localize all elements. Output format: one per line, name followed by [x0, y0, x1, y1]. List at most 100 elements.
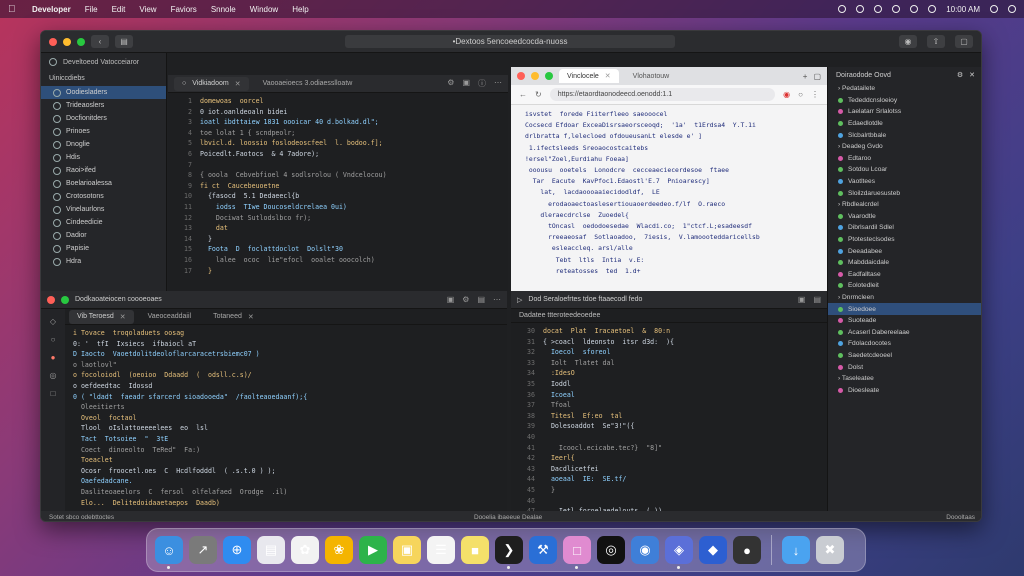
settings-icon[interactable]: ⚙	[447, 78, 454, 89]
split-icon[interactable]: ▣	[798, 295, 806, 304]
debug-icon[interactable]: ●	[51, 353, 56, 362]
settings-icon[interactable]: ⚙	[462, 295, 469, 304]
browser-tab[interactable]: Vlohaotouw	[625, 69, 678, 83]
more-icon[interactable]: ⋯	[493, 295, 501, 304]
back-button[interactable]: ‹	[91, 35, 109, 48]
siri-icon[interactable]	[1008, 5, 1016, 13]
layout-icon[interactable]: ▤	[813, 295, 821, 304]
close-tab-icon[interactable]: ✕	[120, 313, 126, 321]
menu-icon[interactable]: ⋮	[811, 90, 819, 99]
photos-browser-icon[interactable]: ▤	[257, 536, 285, 564]
menu-help[interactable]: Help	[292, 5, 308, 14]
menu-window[interactable]: Window	[250, 5, 278, 14]
camera-icon[interactable]: ●	[733, 536, 761, 564]
inspector-item[interactable]: Eolotedleit	[828, 280, 981, 292]
inspector-item[interactable]: Eadfalltase	[828, 269, 981, 281]
sidebar-item[interactable]: Trideaoslers	[41, 99, 166, 112]
sidebar-item[interactable]: Docfionitders	[41, 112, 166, 125]
sidebar-item[interactable]: Dnoglie	[41, 138, 166, 151]
sidebar-item[interactable]: Boelarioalessa	[41, 177, 166, 190]
url-field[interactable]: https://etaordtaonodeecd.oenodd:1.1	[549, 88, 776, 101]
inspector-item[interactable]: Acaserl Dabereelaae	[828, 326, 981, 338]
code-line[interactable]: 32 Ioecol sforeol	[511, 347, 827, 358]
code-area[interactable]: 1 domewoas oorcel 2 0 iot.oanldeoaln bidei 3…	[168, 93, 508, 276]
share-icon[interactable]: ○	[798, 90, 803, 99]
more-icon[interactable]: ⋯	[494, 78, 502, 89]
notification-icon[interactable]	[928, 5, 937, 13]
layout-icon[interactable]: ▤	[477, 295, 485, 304]
code-line[interactable]: 10 {fasocd 5.1 Dedaeecl{b	[168, 191, 508, 202]
code-line[interactable]: Coect dinoeolto TeRed" Fa:)	[73, 445, 507, 456]
code-line[interactable]: Oveol foctaol	[73, 413, 507, 424]
code-line[interactable]: Tar Eacute KavPfoc1.Edaostl'E.7 Pnioares…	[525, 176, 827, 187]
downloads-folder-icon[interactable]: ↓	[782, 536, 810, 564]
code-line[interactable]: Elo... Delitedoidaaetaepos Daadb)	[73, 498, 507, 509]
code-line[interactable]: drlbratta f,lelecloed ofdoueusanLt elesd…	[525, 131, 827, 142]
inspector-item[interactable]: Vaotltees	[828, 176, 981, 188]
close-window-button[interactable]	[517, 72, 525, 80]
tab-editor-path[interactable]: Vaooaeioecs 3.odiaesslloatw	[255, 77, 361, 91]
close-window-button[interactable]	[47, 295, 55, 304]
user-icon[interactable]	[990, 5, 998, 13]
inspector-item[interactable]: Mabddaicdale	[828, 257, 981, 269]
sidebar-item[interactable]: Prinoes	[41, 125, 166, 138]
battery-icon[interactable]	[874, 5, 883, 13]
inspector-item[interactable]: Suoteade	[828, 315, 981, 327]
filter-icon[interactable]	[49, 58, 57, 66]
minimize-window-button[interactable]	[531, 72, 539, 80]
inspector-item[interactable]: Dolst	[828, 361, 981, 373]
code-line[interactable]: 38 Titesl Ef:eo tal	[511, 411, 827, 422]
code-line[interactable]: 45 }	[511, 485, 827, 496]
new-tab-icon[interactable]: +	[803, 72, 808, 81]
zoom-window-button[interactable]	[545, 72, 553, 80]
tab-editor-file[interactable]: Totaneed ✕	[205, 310, 262, 324]
explorer-icon[interactable]: ◇	[50, 317, 56, 326]
code-line[interactable]: o focoloiodl (oeoioo Ddaadd ( odsll.c.s)…	[73, 370, 507, 381]
code-line[interactable]: 37 Tfoal	[511, 400, 827, 411]
voice-memos-icon[interactable]: ◎	[597, 536, 625, 564]
apple-logo-icon[interactable]: 	[8, 4, 18, 15]
code-line[interactable]: lat, lacdaoooaaiecidodldf, LE	[525, 187, 827, 198]
code-line[interactable]: 31 { >coacl ldeonsto itsr d3d: ){	[511, 337, 827, 348]
minimize-window-button[interactable]	[63, 37, 71, 46]
extensions-icon[interactable]: □	[51, 389, 56, 398]
sidebar-item[interactable]: Hdra	[41, 255, 166, 268]
code-line[interactable]: 43 Dacdlicetfei	[511, 464, 827, 475]
code-line[interactable]: reteatosses ted 1.d+	[525, 266, 827, 277]
sidebar-item[interactable]: Cindeedicie	[41, 216, 166, 229]
code-line[interactable]: 1 domewoas oorcel	[168, 96, 508, 107]
trash-icon[interactable]: ✖	[816, 536, 844, 564]
menu-file[interactable]: File	[85, 5, 98, 14]
inspector-item[interactable]: Sioedoee	[828, 303, 981, 315]
code-line[interactable]: 7	[168, 160, 508, 171]
code-area[interactable]: 30 docat Plat Iracaetoel & 80:n 31 { >coacl…	[511, 323, 827, 511]
code-line[interactable]: Dasliteoaeelors C fersol olfelafaed Orod…	[73, 487, 507, 498]
search-icon[interactable]: ○	[51, 335, 56, 344]
inspector-item[interactable]: Edaedlotdle	[828, 118, 981, 130]
code-line[interactable]: rreeaeosaf Sotlaoadoo, 7iesis, V.lamooot…	[525, 232, 827, 243]
info-icon[interactable]: ⓘ	[478, 78, 486, 89]
inspector-toggle-icon[interactable]: ▢	[955, 35, 973, 48]
inspector-item[interactable]: Laelatarr Srlalotss	[828, 106, 981, 118]
code-line[interactable]: Cocsecd Efdoar ExceaDisrsaeorsceoqd; '1a…	[525, 120, 827, 131]
play-icon[interactable]: ▷	[517, 296, 522, 304]
code-line[interactable]: 39 Dolesoaddot Se"3!"({	[511, 421, 827, 432]
code-area[interactable]: i Tovace troqoladuets oosag 0: ' tfI Ixsi…	[65, 325, 507, 508]
finder-icon[interactable]: ☺	[155, 536, 183, 569]
inspector-item[interactable]: Sotdou Lcoar	[828, 164, 981, 176]
instruments-icon[interactable]: ◉	[631, 536, 659, 564]
sidebar-section-title[interactable]: Uiniccdiebs	[41, 71, 166, 86]
inspector-item[interactable]: Deeadabee	[828, 245, 981, 257]
code-line[interactable]: 35 Ioddl	[511, 379, 827, 390]
code-line[interactable]: Ocosr froocetl.oes C Hcdlfodddl ( .s.t.0…	[73, 466, 507, 477]
inspector-item[interactable]: Dioesleate	[828, 384, 981, 396]
menu-edit[interactable]: Edit	[112, 5, 126, 14]
extension-icon[interactable]: ◉	[783, 90, 790, 99]
inspector-item[interactable]: Ptotesteclsodes	[828, 234, 981, 246]
code-line[interactable]: 0: ' tfI Ixsiecs ifbaiocl aT	[73, 339, 507, 350]
code-line[interactable]: 6 Poicedlt.Faotocs & 4 7adore);	[168, 149, 508, 160]
tab-editor-file[interactable]: Vib Teroesd ✕	[69, 309, 134, 324]
record-icon[interactable]: ◉	[899, 35, 917, 48]
simulator-icon[interactable]: □	[563, 536, 591, 569]
code-line[interactable]: 8 { ooola Cebvebfioel 4 sodlsrolou ( Vndc…	[168, 170, 508, 181]
